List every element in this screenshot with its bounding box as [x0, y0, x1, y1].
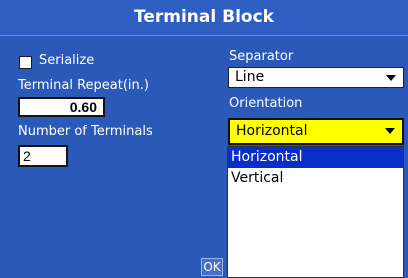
chevron-down-icon: [386, 75, 396, 81]
orientation-option-vertical[interactable]: Vertical: [228, 168, 403, 189]
chevron-down-icon: [385, 128, 395, 134]
number-of-terminals-label: Number of Terminals: [18, 124, 153, 139]
terminal-block-dialog: Terminal Block Serialize Terminal Repeat…: [0, 0, 408, 278]
separator-selected-value: Line: [235, 69, 265, 85]
orientation-label: Orientation: [229, 96, 303, 111]
serialize-label: Serialize: [39, 53, 95, 68]
separator-label: Separator: [229, 49, 294, 64]
serialize-checkbox[interactable]: [19, 56, 32, 69]
number-of-terminals-input[interactable]: 2: [18, 145, 68, 167]
orientation-dropdown[interactable]: Horizontal: [228, 118, 404, 145]
terminal-repeat-label: Terminal Repeat(in.): [18, 78, 149, 93]
separator-dropdown[interactable]: Line: [228, 67, 404, 88]
orientation-option-horizontal[interactable]: Horizontal: [228, 147, 403, 168]
orientation-options-list: Horizontal Vertical: [227, 146, 404, 278]
terminal-repeat-input[interactable]: 0.60: [18, 97, 105, 117]
ok-button[interactable]: OK: [201, 258, 223, 276]
dialog-title: Terminal Block: [0, 0, 408, 36]
orientation-selected-value: Horizontal: [236, 123, 308, 139]
